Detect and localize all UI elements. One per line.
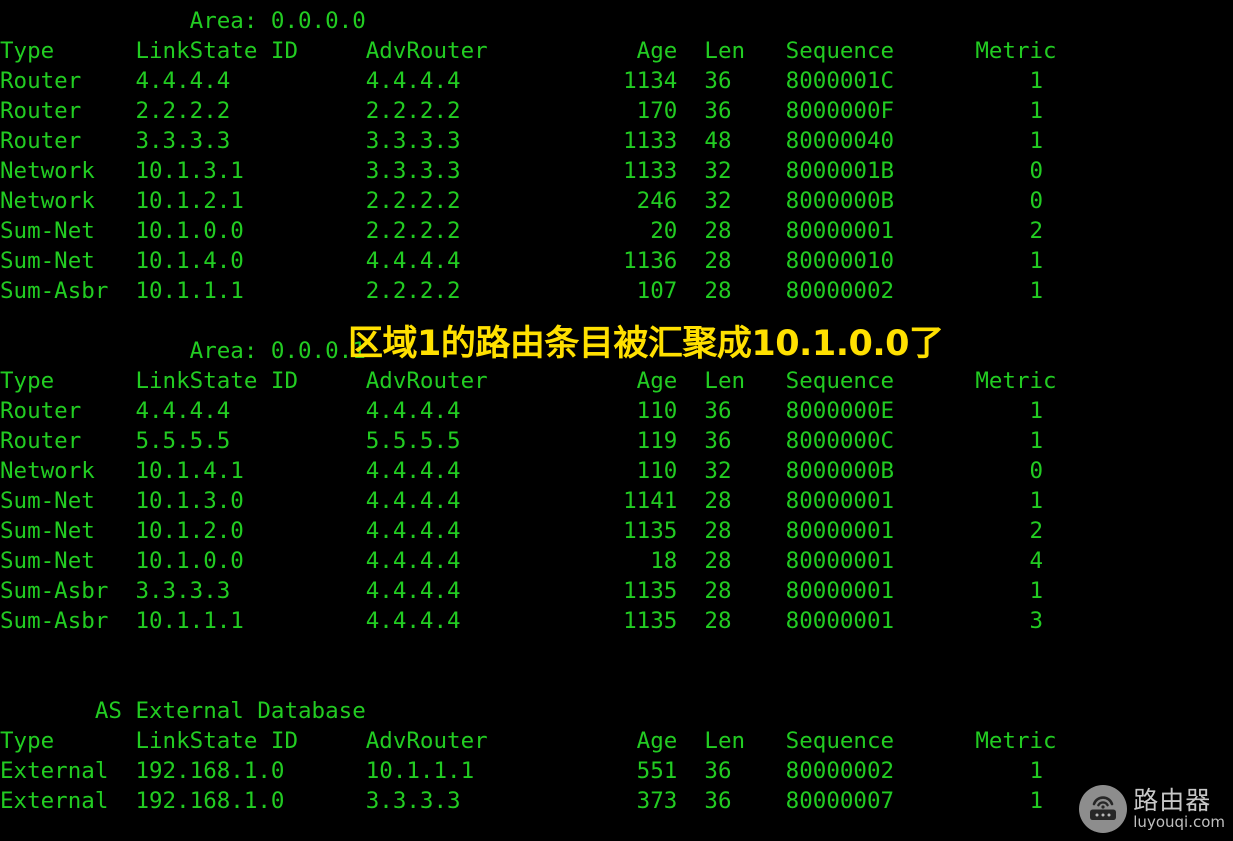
terminal-line: Router 4.4.4.4 4.4.4.4 110 36 8000000E 1: [0, 398, 1044, 424]
terminal-output: Area: 0.0.0.0 Type LinkState ID AdvRouter…: [0, 0, 1233, 841]
terminal-line: Type LinkState ID AdvRouter Age Len Sequ…: [0, 728, 1057, 754]
terminal-line: AS External Database: [0, 698, 366, 724]
terminal-line: Sum-Asbr 3.3.3.3 4.4.4.4 1135 28 8000000…: [0, 578, 1044, 604]
annotation-text: 区域1的路由条目被汇聚成10.1.0.0了: [348, 324, 944, 364]
watermark: 路由器 luyouqi.com: [1079, 785, 1225, 833]
terminal-line: Network 10.1.2.1 2.2.2.2 246 32 8000000B…: [0, 188, 1044, 214]
terminal-line: Router 5.5.5.5 5.5.5.5 119 36 8000000C 1: [0, 428, 1044, 454]
terminal-line: Type LinkState ID AdvRouter Age Len Sequ…: [0, 38, 1057, 64]
terminal-line: Sum-Asbr 10.1.1.1 4.4.4.4 1135 28 800000…: [0, 608, 1044, 634]
terminal-line: External 192.168.1.0 10.1.1.1 551 36 800…: [0, 758, 1044, 784]
terminal-line: Area: 0.0.0.0: [0, 8, 366, 34]
router-icon: [1079, 785, 1128, 833]
terminal-line: Network 10.1.4.1 4.4.4.4 110 32 8000000B…: [0, 458, 1044, 484]
terminal-line: Sum-Net 10.1.3.0 4.4.4.4 1141 28 8000000…: [0, 488, 1044, 514]
terminal-line: External 192.168.1.0 3.3.3.3 373 36 8000…: [0, 788, 1044, 814]
watermark-url: luyouqi.com: [1133, 812, 1225, 831]
terminal-line: Sum-Asbr 10.1.1.1 2.2.2.2 107 28 8000000…: [0, 278, 1044, 304]
watermark-text: 路由器 luyouqi.com: [1133, 785, 1225, 831]
terminal-line: Type LinkState ID AdvRouter Age Len Sequ…: [0, 368, 1057, 394]
terminal-line: Network 10.1.3.1 3.3.3.3 1133 32 8000001…: [0, 158, 1044, 184]
terminal-line: Router 4.4.4.4 4.4.4.4 1134 36 8000001C …: [0, 68, 1044, 94]
terminal-line: Sum-Net 10.1.2.0 4.4.4.4 1135 28 8000000…: [0, 518, 1044, 544]
terminal-line: Router 3.3.3.3 3.3.3.3 1133 48 80000040 …: [0, 128, 1044, 154]
terminal-line: Sum-Net 10.1.4.0 4.4.4.4 1136 28 8000001…: [0, 248, 1044, 274]
terminal-line: Sum-Net 10.1.0.0 4.4.4.4 18 28 80000001 …: [0, 548, 1044, 574]
watermark-name: 路由器: [1133, 785, 1212, 815]
terminal-line: Router 2.2.2.2 2.2.2.2 170 36 8000000F 1: [0, 98, 1044, 124]
terminal-line: Sum-Net 10.1.0.0 2.2.2.2 20 28 80000001 …: [0, 218, 1044, 244]
